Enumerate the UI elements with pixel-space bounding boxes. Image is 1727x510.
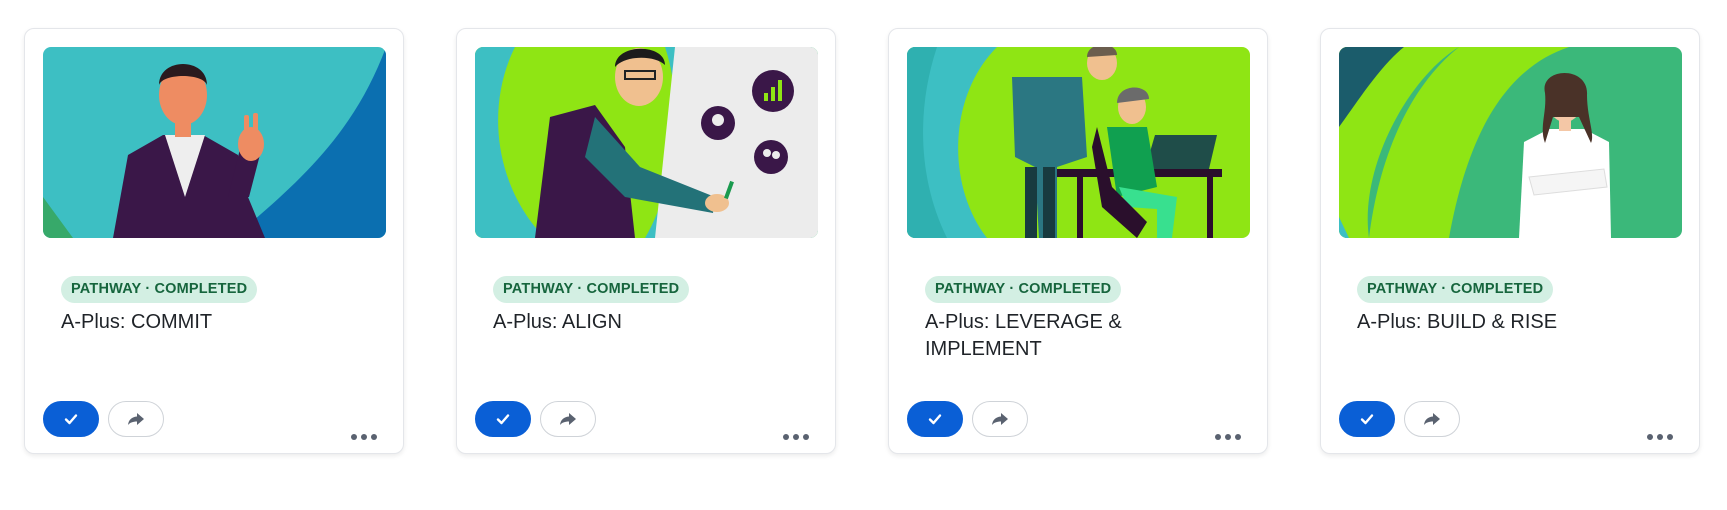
complete-button[interactable]: [1339, 401, 1395, 437]
person-waving-illustration: [43, 47, 386, 238]
card-title[interactable]: A-Plus: LEVERAGE & IMPLEMENT: [925, 309, 1235, 363]
card-title[interactable]: A-Plus: ALIGN: [493, 309, 803, 336]
badge-separator: ·: [577, 281, 583, 297]
badge-status: COMPLETED: [1018, 281, 1112, 297]
checkmark-icon: [496, 413, 510, 425]
badge-type: PATHWAY: [1367, 281, 1438, 297]
card-thumbnail[interactable]: [43, 47, 386, 238]
badge-status: COMPLETED: [586, 281, 680, 297]
badge-type: PATHWAY: [503, 281, 574, 297]
share-button[interactable]: [108, 401, 164, 437]
more-dots-icon: [783, 434, 789, 440]
status-badge: PATHWAY · COMPLETED: [493, 276, 690, 303]
more-dots-icon: [351, 434, 357, 440]
share-arrow-icon: [1423, 412, 1441, 426]
complete-button[interactable]: [43, 401, 99, 437]
more-dots-icon: [1215, 434, 1221, 440]
share-button[interactable]: [1404, 401, 1460, 437]
status-badge: PATHWAY · COMPLETED: [1357, 276, 1554, 303]
checkmark-icon: [1360, 413, 1374, 425]
card-title[interactable]: A-Plus: BUILD & RISE: [1357, 309, 1667, 336]
complete-button[interactable]: [475, 401, 531, 437]
share-button[interactable]: [972, 401, 1028, 437]
person-arms-crossed-illustration: [1339, 47, 1682, 238]
card-thumbnail[interactable]: [907, 47, 1250, 238]
pathway-card[interactable]: PATHWAY · COMPLETED A-Plus: BUILD & RISE: [1320, 28, 1700, 454]
share-arrow-icon: [991, 412, 1009, 426]
card-title[interactable]: A-Plus: COMMIT: [61, 309, 371, 336]
pathway-card-grid: PATHWAY · COMPLETED A-Plus: COMMIT PATHW…: [0, 0, 1727, 510]
badge-type: PATHWAY: [935, 281, 1006, 297]
status-badge: PATHWAY · COMPLETED: [61, 276, 258, 303]
person-presenting-illustration: [475, 47, 818, 238]
more-options-button[interactable]: [1643, 427, 1677, 447]
share-button[interactable]: [540, 401, 596, 437]
checkmark-icon: [928, 413, 942, 425]
badge-status: COMPLETED: [154, 281, 248, 297]
more-options-button[interactable]: [779, 427, 813, 447]
badge-status: COMPLETED: [1450, 281, 1544, 297]
more-dots-icon: [1647, 434, 1653, 440]
people-at-laptop-illustration: [907, 47, 1250, 238]
status-badge: PATHWAY · COMPLETED: [925, 276, 1122, 303]
badge-type: PATHWAY: [71, 281, 142, 297]
checkmark-icon: [64, 413, 78, 425]
card-thumbnail[interactable]: [1339, 47, 1682, 238]
pathway-card[interactable]: PATHWAY · COMPLETED A-Plus: ALIGN: [456, 28, 836, 454]
card-thumbnail[interactable]: [475, 47, 818, 238]
badge-separator: ·: [145, 281, 151, 297]
share-arrow-icon: [127, 412, 145, 426]
badge-separator: ·: [1009, 281, 1015, 297]
pathway-card[interactable]: PATHWAY · COMPLETED A-Plus: COMMIT: [24, 28, 404, 454]
pathway-card[interactable]: PATHWAY · COMPLETED A-Plus: LEVERAGE & IMP…: [888, 28, 1268, 454]
more-options-button[interactable]: [1211, 427, 1245, 447]
share-arrow-icon: [559, 412, 577, 426]
complete-button[interactable]: [907, 401, 963, 437]
badge-separator: ·: [1441, 281, 1447, 297]
more-options-button[interactable]: [347, 427, 381, 447]
